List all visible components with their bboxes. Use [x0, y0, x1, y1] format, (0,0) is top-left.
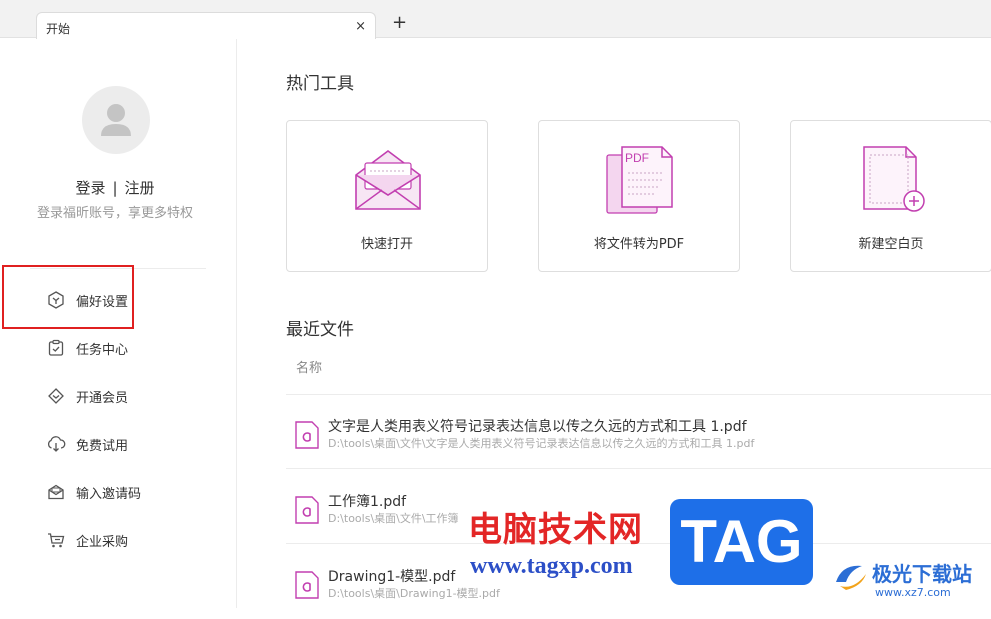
file-name: Drawing1-模型.pdf — [328, 569, 456, 585]
sidebar: 登录 | 注册 登录福昕账号，享更多特权 偏好设置 任务中心 开通会员 免费试用 输… — [0, 39, 237, 608]
sidebar-item-enterprise-purchase[interactable]: 企业采购 — [46, 528, 128, 552]
tab-bar: 开始 × + — [0, 0, 991, 39]
close-icon[interactable]: × — [355, 19, 366, 34]
enterprise-purchase-icon — [48, 533, 65, 548]
convert-to-pdf-icon: PDF — [606, 146, 673, 214]
envelope-open-icon — [355, 150, 421, 210]
tool-label: 新建空白页 — [858, 237, 924, 252]
tool-label: 快速打开 — [360, 237, 413, 252]
tab-label: 开始 — [46, 22, 71, 36]
file-path: D:\tools\桌面\文件\工作簿 — [328, 512, 459, 525]
recent-file-row[interactable]: 文字是人类用表义符号记录表达信息以传之久远的方式和工具 1.pdf D:\too… — [286, 395, 991, 469]
recent-files-title: 最近文件 — [286, 320, 354, 340]
file-path: D:\tools\桌面\Drawing1-模型.pdf — [328, 587, 500, 600]
watermark-tag-logo: TAG — [670, 499, 813, 585]
pdf-file-icon — [295, 496, 319, 524]
sidebar-item-label: 免费试用 — [76, 438, 129, 454]
login-hint: 登录福昕账号，享更多特权 — [36, 206, 193, 221]
task-center-icon — [48, 339, 64, 356]
tool-label: 将文件转为PDF — [593, 237, 685, 252]
membership-icon — [48, 388, 64, 404]
hot-tools-title: 热门工具 — [286, 74, 354, 94]
watermark-site-name: 极光下载站 — [872, 562, 972, 586]
watermark-text: 电脑技术网 — [468, 510, 643, 550]
new-blank-page-card[interactable]: 新建空白页 — [790, 120, 991, 272]
sidebar-item-free-trial[interactable]: 免费试用 — [46, 432, 128, 456]
pdf-file-icon — [295, 421, 319, 449]
user-icon — [101, 104, 131, 136]
new-blank-page-icon — [863, 146, 925, 212]
file-name: 文字是人类用表义符号记录表达信息以传之久远的方式和工具 1.pdf — [328, 419, 747, 435]
login-separator: | — [112, 179, 118, 197]
watermark-logo-icon — [836, 565, 866, 590]
add-tab-icon[interactable]: + — [392, 14, 407, 32]
watermark-url: www.tagxp.com — [470, 553, 633, 579]
sidebar-item-invite-code[interactable]: 输入邀请码 — [46, 480, 141, 504]
file-path: D:\tools\桌面\文件\文字是人类用表义符号记录表达信息以传之久远的方式和… — [328, 437, 755, 450]
login-link[interactable]: 登录 — [75, 179, 105, 197]
highlight-box — [2, 265, 134, 329]
login-register: 登录 | 注册 — [0, 177, 230, 198]
pdf-file-icon — [295, 571, 319, 599]
pdf-icon-text: PDF — [625, 151, 649, 165]
sidebar-item-label: 输入邀请码 — [76, 486, 142, 502]
watermark-site-url: www.xz7.com — [875, 586, 951, 599]
sidebar-item-task-center[interactable]: 任务中心 — [46, 336, 128, 360]
invite-code-icon — [48, 484, 64, 500]
sidebar-item-label: 开通会员 — [76, 390, 129, 406]
tab-start[interactable]: 开始 × — [36, 12, 376, 39]
sidebar-item-membership[interactable]: 开通会员 — [46, 384, 128, 408]
sidebar-item-label: 企业采购 — [76, 534, 129, 550]
quick-open-card[interactable]: 快速打开 — [286, 120, 488, 272]
avatar[interactable] — [82, 86, 150, 154]
free-trial-icon — [47, 436, 66, 452]
register-link[interactable]: 注册 — [125, 179, 155, 197]
file-name: 工作簿1.pdf — [328, 494, 407, 510]
sidebar-item-label: 任务中心 — [76, 342, 129, 358]
column-header-name[interactable]: 名称 — [296, 357, 322, 376]
convert-to-pdf-card[interactable]: PDF 将文件转为PDF — [538, 120, 740, 272]
